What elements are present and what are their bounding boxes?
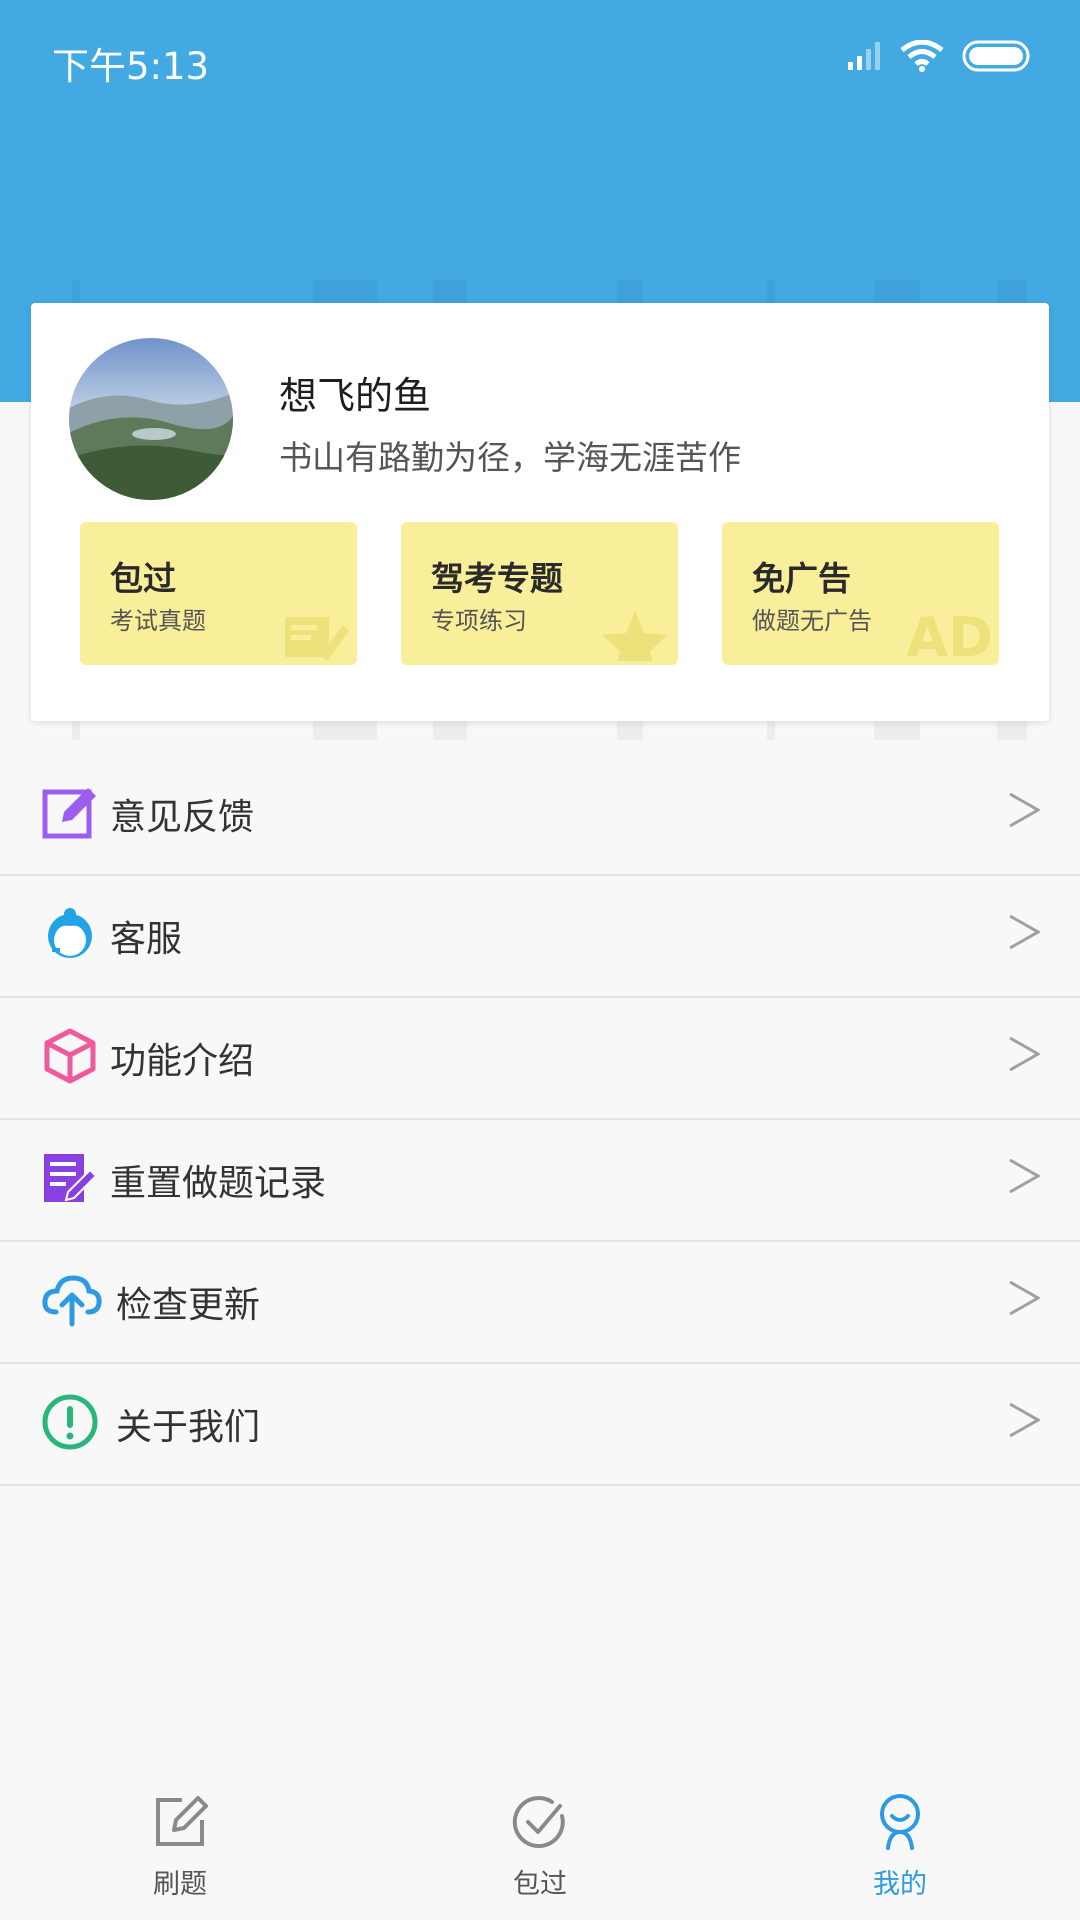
menu-item-label: 关于我们	[116, 1407, 261, 1448]
reset-record-icon	[42, 1150, 98, 1206]
user-name: 想飞的鱼	[279, 374, 432, 418]
menu-item-label: 客服	[110, 919, 183, 960]
menu-item-label: 重置做题记录	[110, 1163, 327, 1204]
menu-item-reset-records[interactable]: 重置做题记录	[0, 1120, 1080, 1242]
feature-title: 驾考专题	[431, 559, 563, 598]
chevron-right-icon	[1008, 1156, 1042, 1200]
feature-title: 免广告	[752, 559, 851, 598]
menu-item-features-intro[interactable]: 功能介绍	[0, 998, 1080, 1120]
tab-shuati[interactable]: 刷题	[80, 1760, 280, 1920]
chevron-right-icon	[1008, 1400, 1042, 1444]
status-time: 下午5:13	[52, 45, 210, 88]
battery-icon	[962, 40, 1030, 76]
bottom-tab-bar: 刷题 包过 我的	[0, 1760, 1080, 1920]
feature-subtitle: 专项练习	[431, 607, 527, 635]
chevron-right-icon	[1008, 912, 1042, 956]
person-icon	[872, 1794, 928, 1850]
menu-item-label: 检查更新	[116, 1285, 261, 1326]
feature-card-jiakao[interactable]: 驾考专题 专项练习	[401, 522, 678, 665]
menu-item-about-us[interactable]: 关于我们	[0, 1364, 1080, 1486]
tab-mine[interactable]: 我的	[800, 1760, 1000, 1920]
user-motto: 书山有路勤为径，学海无涯苦作	[279, 438, 741, 477]
ad-deco-icon: AD	[906, 606, 993, 665]
menu-item-feedback[interactable]: 意见反馈	[0, 754, 1080, 876]
menu-item-customer-service[interactable]: 客服	[0, 876, 1080, 998]
status-bar: 下午5:13	[0, 0, 1080, 116]
tab-label: 刷题	[153, 1869, 207, 1900]
chevron-right-icon	[1008, 1278, 1042, 1322]
tab-baoguo[interactable]: 包过	[440, 1760, 640, 1920]
wifi-icon	[900, 39, 944, 76]
feature-subtitle: 考试真题	[110, 607, 206, 635]
menu-item-label: 功能介绍	[110, 1041, 255, 1082]
profile-card: 想飞的鱼 书山有路勤为径，学海无涯苦作 包过 考试真题 驾考专题 专项练习 免广…	[31, 303, 1049, 721]
edit-deco-icon	[281, 611, 349, 665]
customer-service-icon	[42, 906, 98, 962]
menu-list: 意见反馈 客服 功能介绍 重置做题记录 检查更新 关于我们	[0, 754, 1080, 1486]
menu-item-label: 意见反馈	[110, 797, 255, 838]
edit-icon	[152, 1794, 208, 1850]
feature-subtitle: 做题无广告	[752, 607, 872, 635]
feature-card-baoguo[interactable]: 包过 考试真题	[80, 522, 357, 665]
check-circle-icon	[512, 1794, 568, 1850]
feature-title: 包过	[110, 559, 176, 598]
status-icons	[848, 38, 1030, 78]
feature-card-no-ads[interactable]: 免广告 做题无广告 AD	[722, 522, 999, 665]
avatar[interactable]	[69, 338, 233, 500]
tab-label: 我的	[873, 1869, 927, 1900]
menu-item-check-update[interactable]: 检查更新	[0, 1242, 1080, 1364]
cube-icon	[42, 1028, 98, 1084]
tab-label: 包过	[513, 1869, 567, 1900]
chevron-right-icon	[1008, 1034, 1042, 1078]
info-exclamation-icon	[42, 1394, 98, 1450]
feedback-edit-icon	[42, 784, 98, 840]
signal-icon	[848, 42, 882, 74]
chevron-right-icon	[1008, 790, 1042, 834]
star-deco-icon	[600, 609, 670, 665]
cloud-upload-icon	[42, 1272, 102, 1328]
